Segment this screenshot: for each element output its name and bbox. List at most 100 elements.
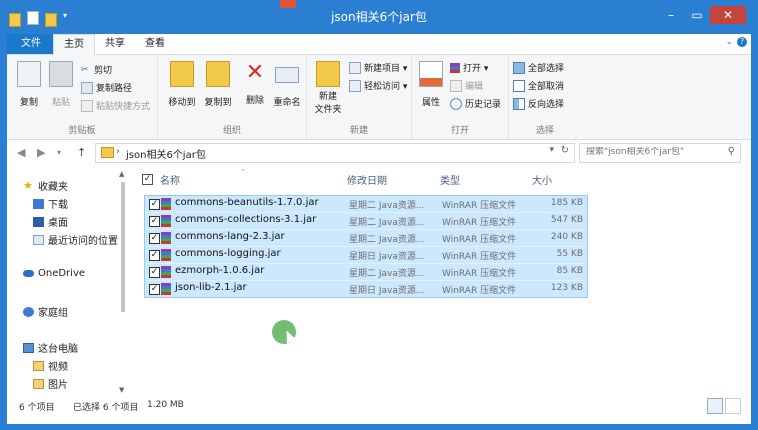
forward-icon[interactable]: ▶ xyxy=(37,146,45,159)
row-checkbox[interactable]: ✓ xyxy=(149,284,160,295)
help-icon[interactable]: ? xyxy=(737,37,747,47)
tab-home[interactable]: 主页 xyxy=(53,34,95,55)
open-label: 打开 ▾ xyxy=(463,64,489,74)
nav-desktop-label: 桌面 xyxy=(48,218,68,229)
move-to-button[interactable]: 移动到 xyxy=(164,61,200,108)
delete-button[interactable]: ✕ 删除 xyxy=(240,61,270,107)
window-title: json相关6个jar包 xyxy=(331,10,427,24)
row-checkbox[interactable]: ✓ xyxy=(149,250,160,261)
new-folder-label-2: 文件夹 xyxy=(314,105,342,115)
select-none-button[interactable]: 全部取消 xyxy=(513,79,564,92)
copy-icon xyxy=(17,61,41,87)
table-row[interactable]: ✓ ezmorph-1.0.6.jar 星期二 Java资源... WinRAR… xyxy=(145,264,587,281)
easy-access-icon xyxy=(349,79,361,92)
cut-button[interactable]: ✂ 剪切 xyxy=(81,63,112,77)
copy-to-label: 复制到 xyxy=(204,98,232,108)
minimize-button[interactable]: – xyxy=(658,6,684,24)
chevron-right-icon[interactable]: › xyxy=(116,146,120,157)
paste-label: 粘贴 xyxy=(51,98,70,108)
back-icon[interactable]: ◀ xyxy=(17,146,25,159)
table-row[interactable]: ✓ json-lib-2.1.jar 星期日 Java资源... WinRAR … xyxy=(145,281,587,297)
close-button[interactable]: ✕ xyxy=(710,6,746,24)
large-icons-view-icon[interactable] xyxy=(725,398,741,414)
nav-pictures-label: 图片 xyxy=(48,380,68,391)
star-icon: ★ xyxy=(23,178,33,192)
nav-thispc[interactable]: 这台电脑 xyxy=(23,340,78,355)
select-all-button[interactable]: 全部选择 xyxy=(513,61,564,74)
table-row[interactable]: ✓ commons-lang-2.3.jar 星期二 Java资源... Win… xyxy=(145,230,587,247)
paste-shortcut-label: 粘贴快捷方式 xyxy=(96,102,151,112)
group-new: 新建 文件夹 新建项目 ▾ 轻松访问 ▾ 新建 xyxy=(307,55,412,139)
search-icon[interactable]: ⚲ xyxy=(728,146,735,157)
invert-selection-button[interactable]: 反向选择 xyxy=(513,97,564,110)
select-none-label: 全部取消 xyxy=(528,82,565,92)
copy-button[interactable]: 复制 xyxy=(13,61,45,108)
group-label-open: 打开 xyxy=(450,126,469,136)
column-header-name[interactable]: 名称 xyxy=(160,172,180,187)
title-bar[interactable]: ▾ json相关6个jar包 – ▭ ✕ xyxy=(0,0,758,34)
new-folder-label-1: 新建 xyxy=(318,92,337,102)
homegroup-icon xyxy=(23,306,34,317)
nav-pictures[interactable]: 图片 xyxy=(33,376,68,391)
table-row[interactable]: ✓ commons-beanutils-1.7.0.jar 星期二 Java资源… xyxy=(145,196,587,213)
scroll-thumb[interactable] xyxy=(121,182,125,312)
copy-path-button[interactable]: 复制路径 xyxy=(81,81,132,94)
column-header-type[interactable]: 类型 xyxy=(440,172,460,187)
nav-downloads[interactable]: 下载 xyxy=(33,196,68,211)
rename-button[interactable]: 重命名 xyxy=(270,61,304,108)
recent-locations-icon[interactable]: ▾ xyxy=(57,148,61,157)
row-checkbox[interactable]: ✓ xyxy=(149,233,160,244)
maximize-button[interactable]: ▭ xyxy=(684,6,710,24)
open-button[interactable]: 打开 ▾ xyxy=(450,61,488,74)
up-icon[interactable]: ↑ xyxy=(77,146,86,159)
nav-onedrive-label: OneDrive xyxy=(38,268,86,279)
breadcrumb-current[interactable]: json相关6个jar包 xyxy=(126,146,206,161)
selected-size: 1.20 MB xyxy=(147,400,184,410)
select-all-checkbox[interactable]: ✓ xyxy=(142,174,153,185)
tab-view[interactable]: 查看 xyxy=(135,34,175,54)
select-none-icon xyxy=(513,79,525,92)
column-header-size[interactable]: 大小 xyxy=(532,172,552,187)
nav-onedrive[interactable]: OneDrive xyxy=(23,268,85,279)
download-icon xyxy=(33,198,44,209)
chevron-down-icon[interactable]: ⌄ xyxy=(725,37,733,47)
copy-to-button[interactable]: 复制到 xyxy=(200,61,236,108)
chevron-down-icon[interactable]: ▾ xyxy=(549,145,554,155)
file-name: commons-beanutils-1.7.0.jar xyxy=(175,197,319,208)
nav-homegroup[interactable]: 家庭组 xyxy=(23,304,68,319)
search-input[interactable] xyxy=(586,147,716,157)
row-checkbox[interactable]: ✓ xyxy=(149,216,160,227)
delete-label: 删除 xyxy=(245,96,264,106)
edit-button[interactable]: 编辑 xyxy=(450,79,483,92)
details-view-icon[interactable] xyxy=(707,398,723,414)
new-folder-button[interactable]: 新建 文件夹 xyxy=(311,61,345,115)
group-organize: 移动到 复制到 ✕ 删除 重命名 组织 xyxy=(158,55,307,139)
ribbon: 复制 粘贴 ✂ 剪切 复制路径 粘贴快捷方式 剪贴板 移动到 复制到 ✕ 删除 … xyxy=(7,55,751,140)
new-item-button[interactable]: 新建项目 ▾ xyxy=(349,61,407,74)
tab-share[interactable]: 共享 xyxy=(95,34,135,54)
nav-favorites[interactable]: ★ 收藏夹 xyxy=(23,178,68,194)
paste-shortcut-button[interactable]: 粘贴快捷方式 xyxy=(81,99,150,112)
nav-desktop[interactable]: 桌面 xyxy=(33,214,68,229)
properties-button[interactable]: 属性 xyxy=(416,61,446,108)
paste-button[interactable]: 粘贴 xyxy=(45,61,77,108)
breadcrumb[interactable]: › json相关6个jar包 ▾ ↻ xyxy=(95,143,575,163)
table-row[interactable]: ✓ commons-collections-3.1.jar 星期二 Java资源… xyxy=(145,213,587,230)
search-box[interactable]: ⚲ xyxy=(579,143,741,163)
nav-recent[interactable]: 最近访问的位置 xyxy=(33,232,118,247)
tab-file[interactable]: 文件 xyxy=(7,34,55,54)
scroll-down-icon[interactable]: ▼ xyxy=(119,386,124,394)
refresh-icon[interactable]: ↻ xyxy=(561,145,569,156)
row-checkbox[interactable]: ✓ xyxy=(149,267,160,278)
nav-scrollbar[interactable]: ▲ ▼ xyxy=(118,168,128,396)
easy-access-button[interactable]: 轻松访问 ▾ xyxy=(349,79,407,92)
group-select: 全部选择 全部取消 反向选择 选择 xyxy=(509,55,581,139)
nav-videos[interactable]: 视频 xyxy=(33,358,68,373)
column-header-date[interactable]: 修改日期 xyxy=(347,172,387,187)
scroll-up-icon[interactable]: ▲ xyxy=(119,170,124,178)
row-checkbox[interactable]: ✓ xyxy=(149,199,160,210)
file-name: ezmorph-1.0.6.jar xyxy=(175,265,265,276)
table-row[interactable]: ✓ commons-logging.jar 星期日 Java资源... WinR… xyxy=(145,247,587,264)
history-button[interactable]: 历史记录 xyxy=(450,97,501,110)
select-all-icon xyxy=(513,61,525,74)
